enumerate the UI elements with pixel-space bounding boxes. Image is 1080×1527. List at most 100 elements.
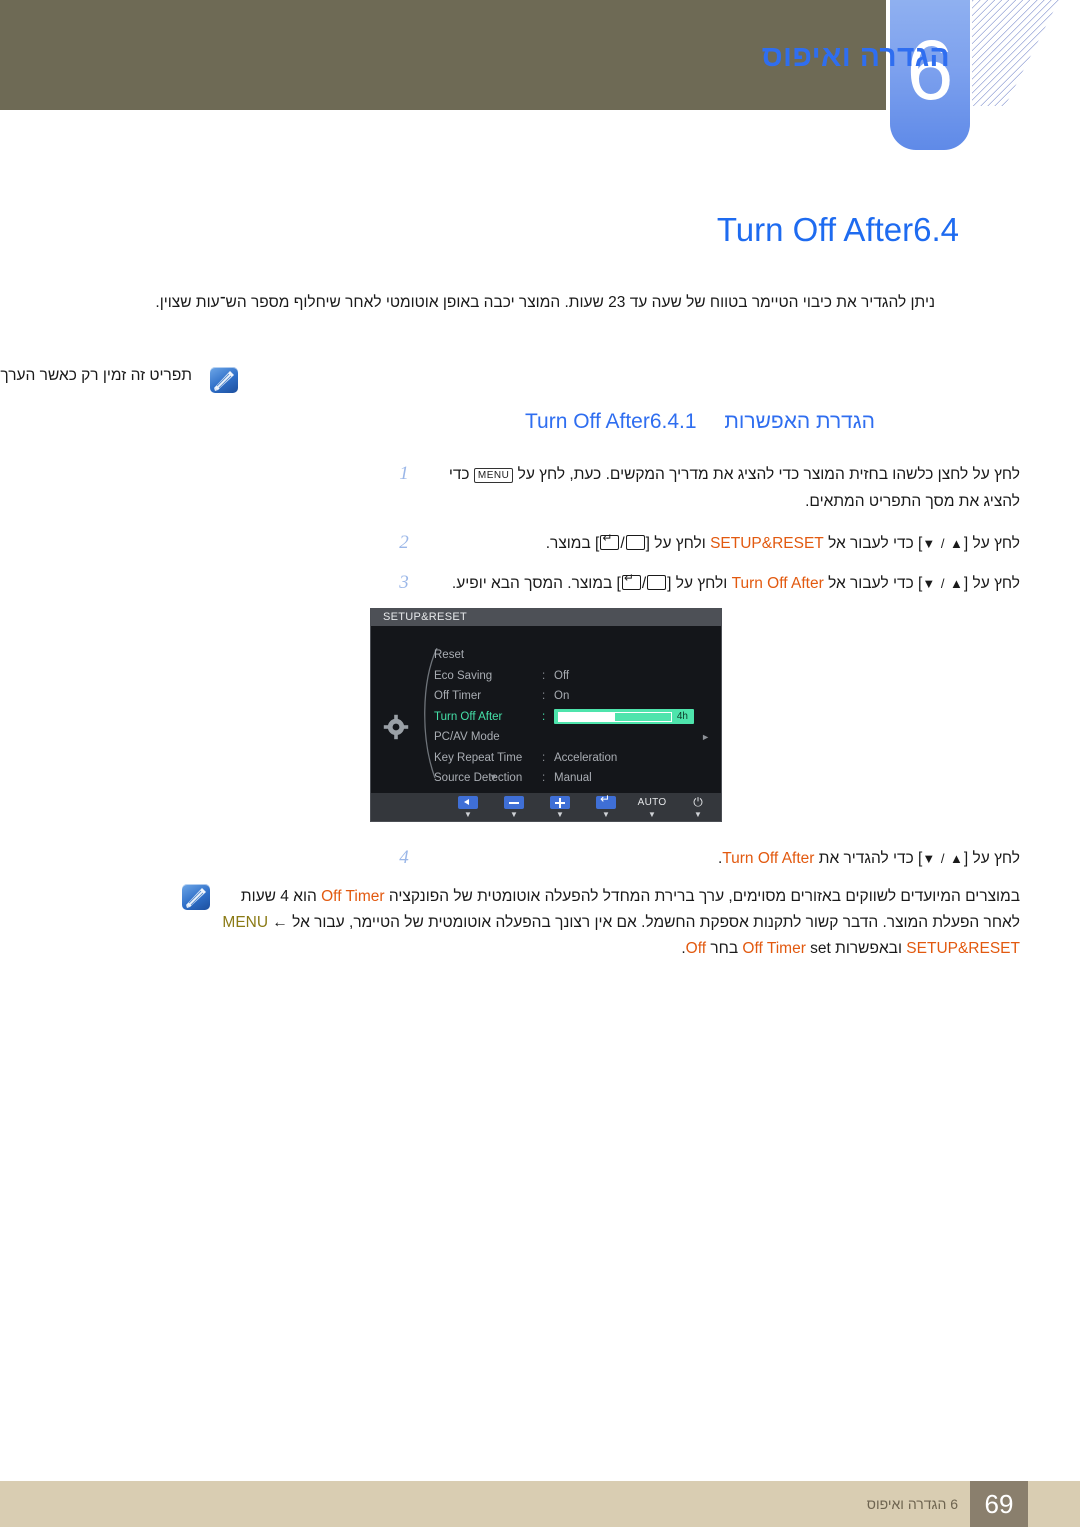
osd-button-plus[interactable]: ▼ <box>537 796 583 819</box>
section-title-text: Turn Off After <box>716 211 914 248</box>
gear-icon <box>383 714 409 740</box>
note-top-part1: תפריט זה זמין רק כאשר הערך בהגדרה <box>0 367 192 384</box>
step-2-term: SETUP&RESET <box>710 535 824 552</box>
enter-button-icon <box>600 532 620 550</box>
note-top-text: תפריט זה זמין רק כאשר הערך בהגדרה Off Ti… <box>0 363 192 389</box>
note-bottom-term-menu: MENU <box>222 914 269 931</box>
osd-header: SETUP&RESET <box>371 609 721 626</box>
osd-label: Eco Saving <box>434 669 493 682</box>
minus-icon <box>504 796 524 809</box>
note-pen-icon <box>182 884 210 910</box>
scroll-down-icon[interactable]: ▼ <box>489 772 498 782</box>
note-bottom-part1: במוצרים המיועדים לשווקים באזורים מסוימים… <box>384 888 1020 905</box>
page-number-box: 69 <box>970 1481 1028 1527</box>
step-4-term: Turn Off After <box>722 850 815 867</box>
osd-colon: : <box>542 772 546 785</box>
button-down-marker: ▼ <box>694 810 702 819</box>
auto-label: AUTO <box>637 797 667 808</box>
subsection-title-text: הגדרת האפשרות Turn Off After <box>524 410 875 433</box>
step-2-part4: ] במוצר. <box>545 535 600 552</box>
step-4-number: 4 <box>399 847 409 868</box>
turn-off-after-slider[interactable]: 4h <box>554 709 694 725</box>
osd-button-minus[interactable]: ▼ <box>491 796 537 819</box>
up-down-arrows-icon: ▲ / ▼ <box>922 851 964 866</box>
osd-menu-list: Reset Eco Saving : Off Off Timer : On Tu… <box>434 645 714 789</box>
source-button-icon <box>647 575 667 590</box>
intro-paragraph: ניתן להגדיר את כיבוי הטיימר בטווח של שעה… <box>155 294 935 311</box>
note-pen-icon <box>210 367 238 393</box>
osd-row-source-detection[interactable]: Source Detection : Manual <box>434 768 714 789</box>
step-3-part3: ולחץ על [ <box>667 575 732 592</box>
osd-button-back[interactable]: ▼ <box>445 796 491 819</box>
slider-fill <box>559 712 615 721</box>
osd-label: Off Timer <box>434 690 482 703</box>
osd-value: On <box>554 690 570 703</box>
osd-row-reset[interactable]: Reset <box>434 645 714 666</box>
step-2-part2: ] כדי לעבור אל <box>823 535 923 552</box>
osd-value: Manual <box>554 772 592 785</box>
osd-body: Reset Eco Saving : Off Off Timer : On Tu… <box>371 626 721 791</box>
osd-value: Off <box>554 669 570 682</box>
step-3-part4: ] במוצר. המסך הבא יופיע. <box>451 575 621 592</box>
osd-value: Acceleration <box>554 751 618 764</box>
chevron-right-icon: ► <box>701 732 710 743</box>
step-3-term: Turn Off After <box>731 575 824 592</box>
step-item: לחץ על [▲ / ▼] כדי לעבור אל SETUP&RESET … <box>150 530 1020 557</box>
osd-button-enter[interactable]: ▼ <box>583 793 629 819</box>
osd-row-key-repeat-time[interactable]: Key Repeat Time : Acceleration <box>434 748 714 769</box>
note-bottom-term-off: Off <box>685 940 707 957</box>
back-arrow-icon <box>458 796 478 809</box>
subsection-number: 6.4.1 <box>649 410 697 433</box>
osd-label: Reset <box>434 649 465 662</box>
osd-colon: : <box>542 690 546 703</box>
slider-value: 4h <box>676 711 688 723</box>
button-down-marker: ▼ <box>510 810 518 819</box>
osd-button-power[interactable]: ⏻ ▼ <box>675 795 721 820</box>
step-2-number: 2 <box>399 532 409 553</box>
step-item: לחץ על [▲ / ▼] כדי להגדיר את Turn Off Af… <box>150 845 1020 872</box>
enter-button-icon <box>621 572 641 590</box>
step-1-text: לחץ על לחצן כלשהו בחזית המוצר כדי להציג … <box>420 461 1020 515</box>
note-bottom-part3: ובאפשרות <box>830 940 907 957</box>
step-item: לחץ על לחצן כלשהו בחזית המוצר כדי להציג … <box>150 461 1020 515</box>
power-icon: ⏻ <box>693 795 703 809</box>
osd-button-bar: ▼ ▼ ▼ ▼ AUTO ▼ ⏻ ▼ <box>371 793 721 821</box>
osd-label: PC/AV Mode <box>434 731 500 744</box>
osd-colon: : <box>542 710 546 723</box>
osd-row-turn-off-after[interactable]: Turn Off After : 4h <box>434 707 714 728</box>
note-bottom-term-off-timer-2: Off Timer <box>742 940 806 957</box>
note-bottom-term-off-timer-1: Off Timer <box>321 888 385 905</box>
header-band <box>0 0 886 110</box>
step-4-part2: ] כדי להגדיר את <box>814 850 923 867</box>
page-title: Turn Off After6.4 <box>717 211 985 249</box>
osd-button-auto[interactable]: AUTO ▼ <box>629 796 675 819</box>
note-bottom-arrow: ← <box>268 914 288 931</box>
osd-colon: : <box>542 751 546 764</box>
step-2-part1: לחץ על [ <box>963 535 1020 552</box>
button-down-marker: ▼ <box>464 810 472 819</box>
source-button-icon <box>625 535 645 550</box>
menu-keycap: MENU <box>473 468 514 483</box>
osd-row-eco-saving[interactable]: Eco Saving : Off <box>434 666 714 687</box>
osd-row-off-timer[interactable]: Off Timer : On <box>434 686 714 707</box>
step-2-text: לחץ על [▲ / ▼] כדי לעבור אל SETUP&RESET … <box>420 530 1020 557</box>
button-down-marker: ▼ <box>602 810 610 819</box>
note-bottom-term-setup-reset: SETUP&RESET <box>906 940 1020 957</box>
osd-colon: : <box>542 669 546 682</box>
button-down-marker: ▼ <box>648 810 656 819</box>
osd-row-pc-av-mode[interactable]: PC/AV Mode ► <box>434 727 714 748</box>
enter-icon <box>596 793 616 809</box>
plus-icon <box>550 796 570 809</box>
chapter-title: הגדרה ואיפוס <box>761 40 950 73</box>
osd-label: Turn Off After <box>434 710 503 723</box>
step-3-text: לחץ על [▲ / ▼] כדי לעבור אל Turn Off Aft… <box>420 570 1020 597</box>
step-item: לחץ על [▲ / ▼] כדי לעבור אל Turn Off Aft… <box>150 570 1020 597</box>
section-number: 6.4 <box>913 211 959 248</box>
up-down-arrows-icon: ▲ / ▼ <box>922 536 964 551</box>
header-hatch-pattern <box>972 0 1080 106</box>
subsection-title: הגדרת האפשרות Turn Off After6.4.1 <box>525 410 875 434</box>
step-3-part2: ] כדי לעבור אל <box>823 575 923 592</box>
step-1-number: 1 <box>399 463 409 484</box>
footer-chapter-label: 6 הגדרה ואיפוס <box>866 1496 958 1512</box>
osd-label: Source Detection <box>434 772 523 785</box>
